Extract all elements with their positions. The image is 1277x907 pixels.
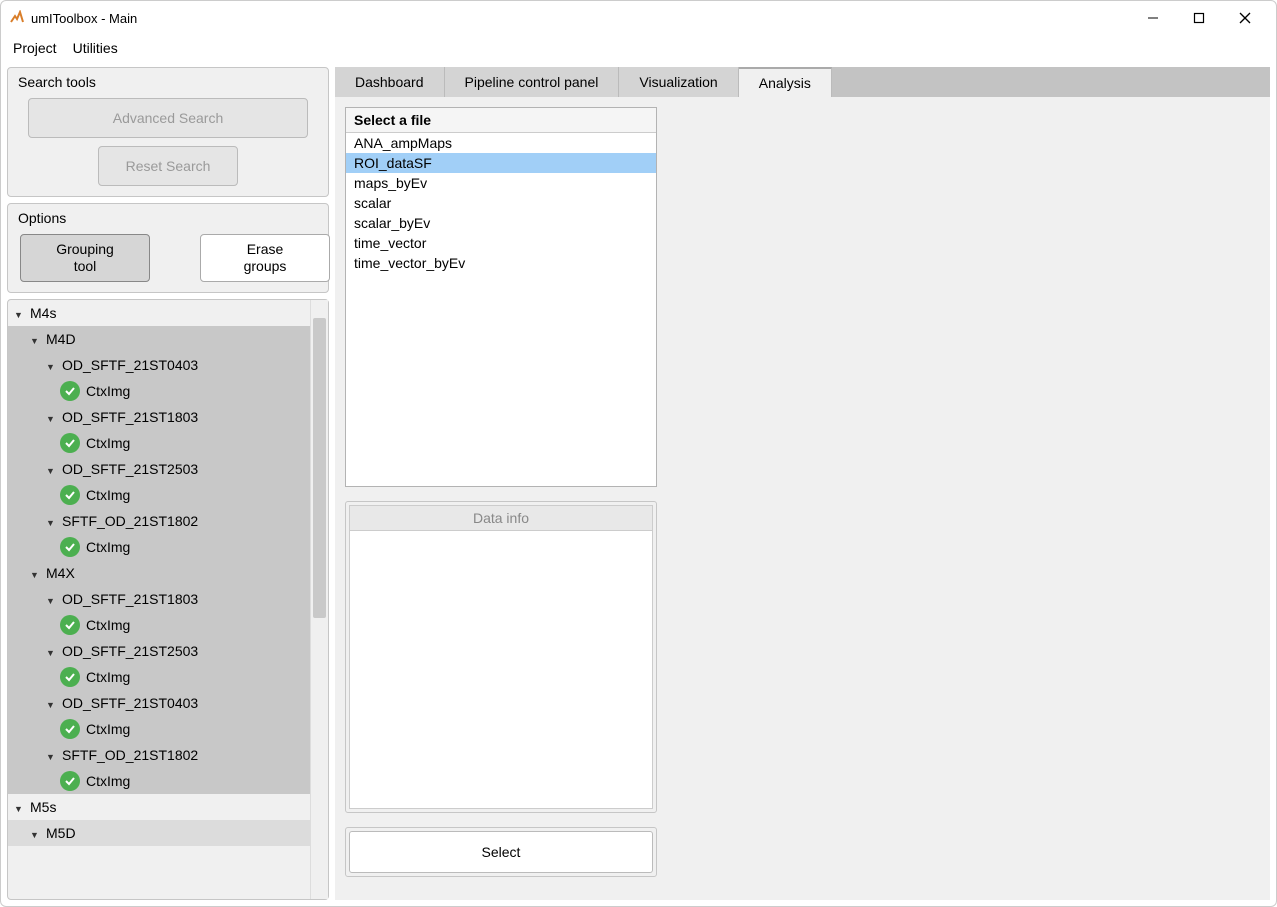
menubar: Project Utilities	[1, 35, 1276, 61]
tree-leaf-ctximg[interactable]: CtxImg	[8, 534, 310, 560]
scrollbar-thumb[interactable]	[313, 318, 326, 618]
search-tools-title: Search tools	[8, 68, 328, 92]
check-icon	[60, 433, 80, 453]
tab-analysis[interactable]: Analysis	[739, 67, 832, 97]
file-item[interactable]: ROI_dataSF	[346, 153, 656, 173]
left-column: Search tools Advanced Search Reset Searc…	[7, 67, 329, 900]
check-icon	[60, 485, 80, 505]
file-select-box: Select a file ANA_ampMapsROI_dataSFmaps_…	[345, 107, 657, 487]
tab-visualization[interactable]: Visualization	[619, 67, 738, 97]
erase-groups-button[interactable]: Erase groups	[200, 234, 330, 282]
chevron-down-icon	[30, 827, 42, 839]
options-title: Options	[8, 204, 328, 228]
tree-panel: M4s M4D OD_SFTF_21ST0403 CtxImg OD_SFTF_…	[7, 299, 329, 900]
advanced-search-button[interactable]: Advanced Search	[28, 98, 308, 138]
tree-node[interactable]: SFTF_OD_21ST1802	[8, 508, 310, 534]
select-button-panel: Select	[345, 827, 657, 877]
reset-search-button[interactable]: Reset Search	[98, 146, 238, 186]
data-info-header: Data info	[349, 505, 653, 531]
matlab-icon	[9, 10, 25, 26]
tree-leaf-ctximg[interactable]: CtxImg	[8, 664, 310, 690]
tree-node-m4d[interactable]: M4D	[8, 326, 310, 352]
chevron-down-icon	[46, 749, 58, 761]
file-list[interactable]: ANA_ampMapsROI_dataSFmaps_byEvscalarscal…	[346, 133, 656, 486]
data-info-body	[349, 531, 653, 809]
data-info-panel: Data info	[345, 501, 657, 813]
tree-leaf-ctximg[interactable]: CtxImg	[8, 378, 310, 404]
analysis-tab-content: Select a file ANA_ampMapsROI_dataSFmaps_…	[335, 97, 1270, 900]
chevron-down-icon	[14, 801, 26, 813]
options-panel: Options Grouping tool Erase groups	[7, 203, 329, 293]
chevron-down-icon	[30, 333, 42, 345]
chevron-down-icon	[46, 359, 58, 371]
right-column: Dashboard Pipeline control panel Visuali…	[335, 67, 1270, 900]
chevron-down-icon	[46, 593, 58, 605]
tab-bar: Dashboard Pipeline control panel Visuali…	[335, 67, 1270, 97]
subject-tree[interactable]: M4s M4D OD_SFTF_21ST0403 CtxImg OD_SFTF_…	[8, 300, 310, 846]
tree-scroll[interactable]: M4s M4D OD_SFTF_21ST0403 CtxImg OD_SFTF_…	[8, 300, 310, 899]
file-item[interactable]: maps_byEv	[346, 173, 656, 193]
main-area: Search tools Advanced Search Reset Searc…	[1, 61, 1276, 906]
tree-leaf-ctximg[interactable]: CtxImg	[8, 768, 310, 794]
tree-node[interactable]: OD_SFTF_21ST2503	[8, 638, 310, 664]
tree-node[interactable]: OD_SFTF_21ST0403	[8, 352, 310, 378]
maximize-button[interactable]	[1176, 3, 1222, 33]
tree-leaf-ctximg[interactable]: CtxImg	[8, 482, 310, 508]
chevron-down-icon	[46, 697, 58, 709]
tree-node-m4x[interactable]: M4X	[8, 560, 310, 586]
tree-node[interactable]: OD_SFTF_21ST1803	[8, 586, 310, 612]
tab-dashboard[interactable]: Dashboard	[335, 67, 445, 97]
check-icon	[60, 537, 80, 557]
tree-scrollbar[interactable]	[310, 300, 328, 899]
tree-leaf-ctximg[interactable]: CtxImg	[8, 716, 310, 742]
tree-leaf-ctximg[interactable]: CtxImg	[8, 430, 310, 456]
tree-node[interactable]: SFTF_OD_21ST1802	[8, 742, 310, 768]
select-button[interactable]: Select	[349, 831, 653, 873]
chevron-down-icon	[46, 645, 58, 657]
check-icon	[60, 667, 80, 687]
chevron-down-icon	[46, 411, 58, 423]
chevron-down-icon	[30, 567, 42, 579]
check-icon	[60, 719, 80, 739]
close-button[interactable]	[1222, 3, 1268, 33]
menu-project[interactable]: Project	[9, 38, 61, 58]
tree-node[interactable]: OD_SFTF_21ST0403	[8, 690, 310, 716]
check-icon	[60, 381, 80, 401]
grouping-tool-button[interactable]: Grouping tool	[20, 234, 150, 282]
file-select-header: Select a file	[346, 108, 656, 133]
file-item[interactable]: scalar_byEv	[346, 213, 656, 233]
tree-leaf-ctximg[interactable]: CtxImg	[8, 612, 310, 638]
chevron-down-icon	[46, 515, 58, 527]
tree-node[interactable]: OD_SFTF_21ST2503	[8, 456, 310, 482]
menu-utilities[interactable]: Utilities	[69, 38, 122, 58]
file-item[interactable]: ANA_ampMaps	[346, 133, 656, 153]
titlebar: umIToolbox - Main	[1, 1, 1276, 35]
window-title: umIToolbox - Main	[31, 11, 137, 26]
tree-node-m4s[interactable]: M4s	[8, 300, 310, 326]
tree-node-m5s[interactable]: M5s	[8, 794, 310, 820]
search-tools-panel: Search tools Advanced Search Reset Searc…	[7, 67, 329, 197]
check-icon	[60, 615, 80, 635]
chevron-down-icon	[46, 463, 58, 475]
tab-pipeline[interactable]: Pipeline control panel	[445, 67, 620, 97]
file-item[interactable]: time_vector	[346, 233, 656, 253]
check-icon	[60, 771, 80, 791]
file-item[interactable]: time_vector_byEv	[346, 253, 656, 273]
minimize-button[interactable]	[1130, 3, 1176, 33]
tree-node[interactable]: OD_SFTF_21ST1803	[8, 404, 310, 430]
tree-node-m5d[interactable]: M5D	[8, 820, 310, 846]
file-item[interactable]: scalar	[346, 193, 656, 213]
chevron-down-icon	[14, 307, 26, 319]
analysis-left-column: Select a file ANA_ampMapsROI_dataSFmaps_…	[345, 107, 657, 890]
